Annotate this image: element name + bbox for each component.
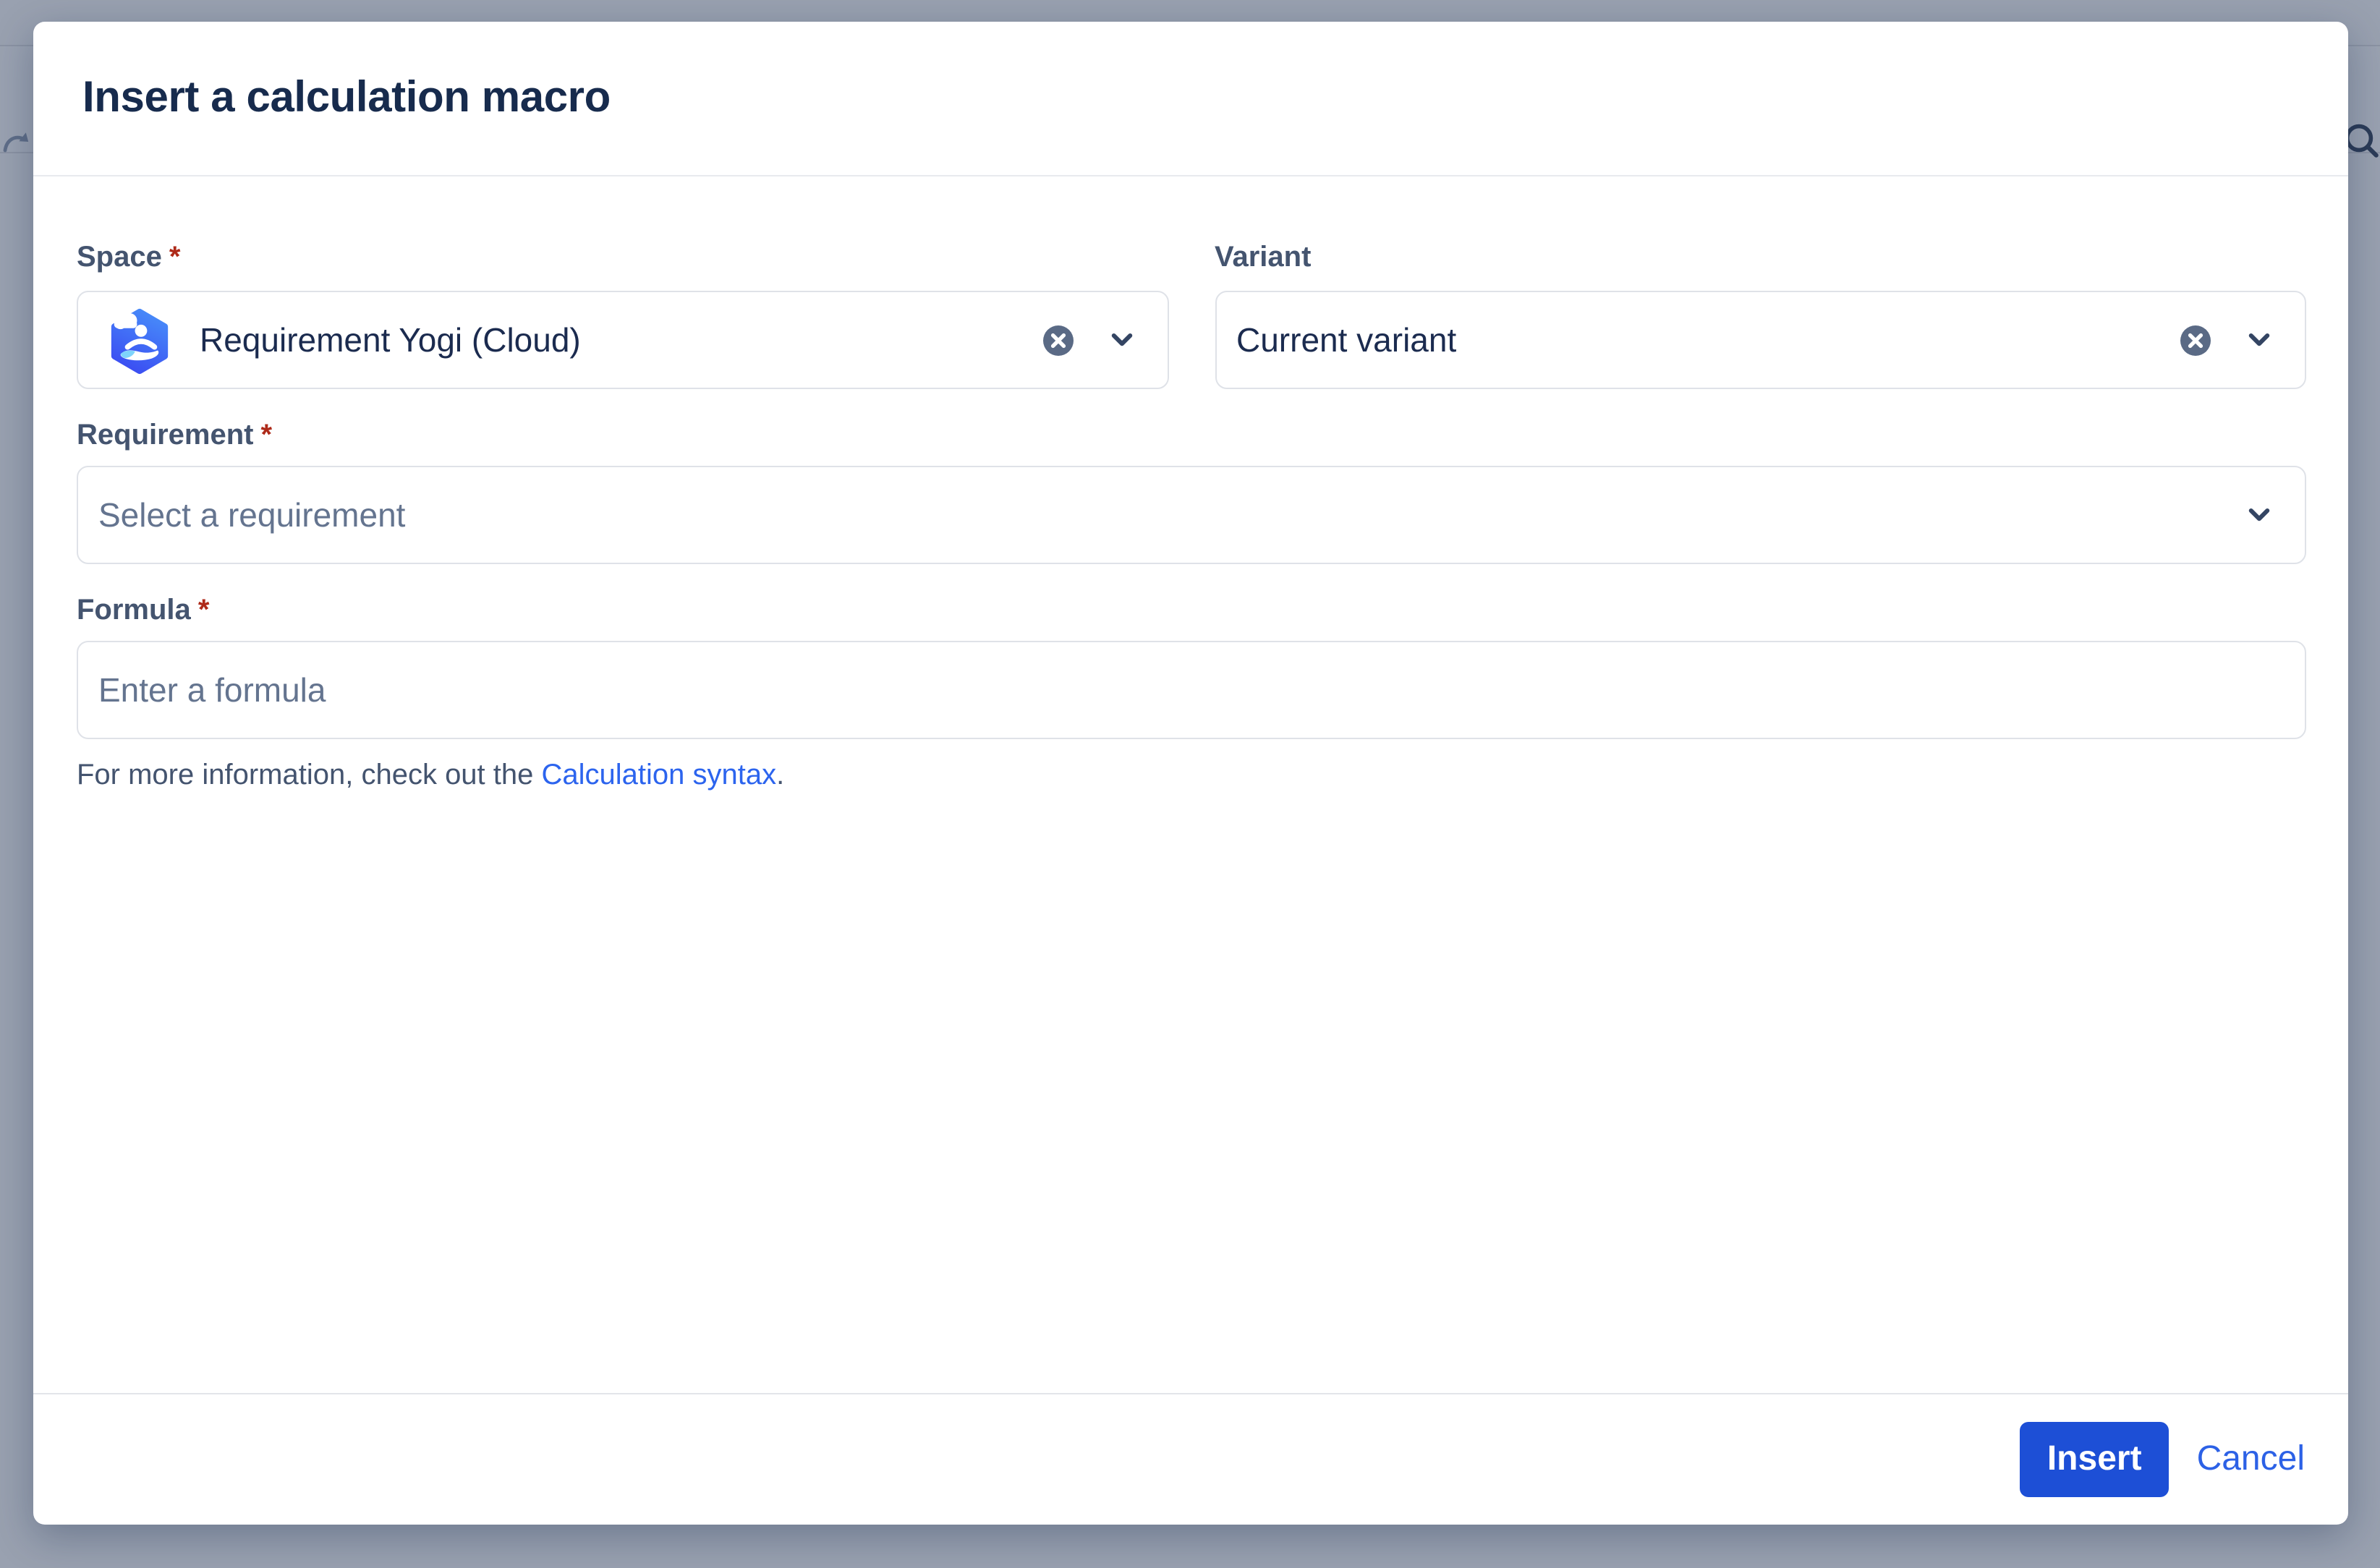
requirement-field: Requirement* Select a requirement — [77, 418, 2306, 564]
dialog-header: Insert a calculation macro — [33, 22, 2348, 176]
space-label: Space* — [77, 240, 1168, 276]
space-label-text: Space — [77, 242, 162, 273]
chevron-down-icon — [2248, 508, 2270, 522]
clear-x-icon — [1042, 325, 1073, 355]
calculation-syntax-link[interactable]: Calculation syntax — [542, 759, 777, 791]
formula-field: Formula* — [77, 593, 2306, 739]
variant-select-value: Current variant — [1236, 320, 1456, 359]
formula-input[interactable] — [77, 641, 2306, 739]
cancel-button[interactable]: Cancel — [2197, 1439, 2305, 1480]
variant-select[interactable]: Current variant — [1215, 291, 2306, 389]
formula-required-marker: * — [198, 595, 210, 626]
formula-help-text: For more information, check out the Calc… — [77, 757, 2306, 794]
dialog-footer: Insert Cancel — [33, 1393, 2348, 1525]
requirement-select-placeholder: Select a requirement — [98, 495, 405, 534]
dialog-title: Insert a calculation macro — [82, 74, 611, 123]
variant-clear-button[interactable] — [2180, 325, 2211, 355]
formula-label-text: Formula — [77, 595, 191, 626]
insert-button[interactable]: Insert — [2020, 1422, 2169, 1497]
space-clear-button[interactable] — [1042, 325, 1073, 355]
space-required-marker: * — [169, 242, 181, 273]
variant-label-text: Variant — [1215, 242, 1311, 273]
requirement-select[interactable]: Select a requirement — [77, 466, 2306, 564]
requirement-label: Requirement* — [77, 418, 2306, 454]
help-suffix: . — [776, 759, 784, 791]
requirement-required-marker: * — [261, 419, 273, 451]
screen: Insert a calculation macro Space* — [0, 0, 2380, 1568]
clear-x-icon — [2180, 325, 2211, 355]
insert-calculation-macro-dialog: Insert a calculation macro Space* — [33, 22, 2348, 1525]
variant-field: Variant Current variant — [1215, 240, 2306, 389]
dialog-body: Space* — [33, 176, 2348, 1393]
variant-label: Variant — [1215, 240, 2306, 276]
space-field: Space* — [77, 240, 1168, 389]
redo-icon[interactable] — [3, 129, 32, 161]
requirement-yogi-logo-icon — [106, 306, 174, 374]
requirement-label-text: Requirement — [77, 419, 254, 451]
chevron-down-icon — [2248, 333, 2270, 347]
space-select[interactable]: Requirement Yogi (Cloud) — [77, 291, 1168, 389]
formula-label: Formula* — [77, 593, 2306, 629]
space-select-value: Requirement Yogi (Cloud) — [200, 320, 581, 359]
chevron-down-icon — [1110, 333, 1132, 347]
help-prefix: For more information, check out the — [77, 759, 542, 791]
